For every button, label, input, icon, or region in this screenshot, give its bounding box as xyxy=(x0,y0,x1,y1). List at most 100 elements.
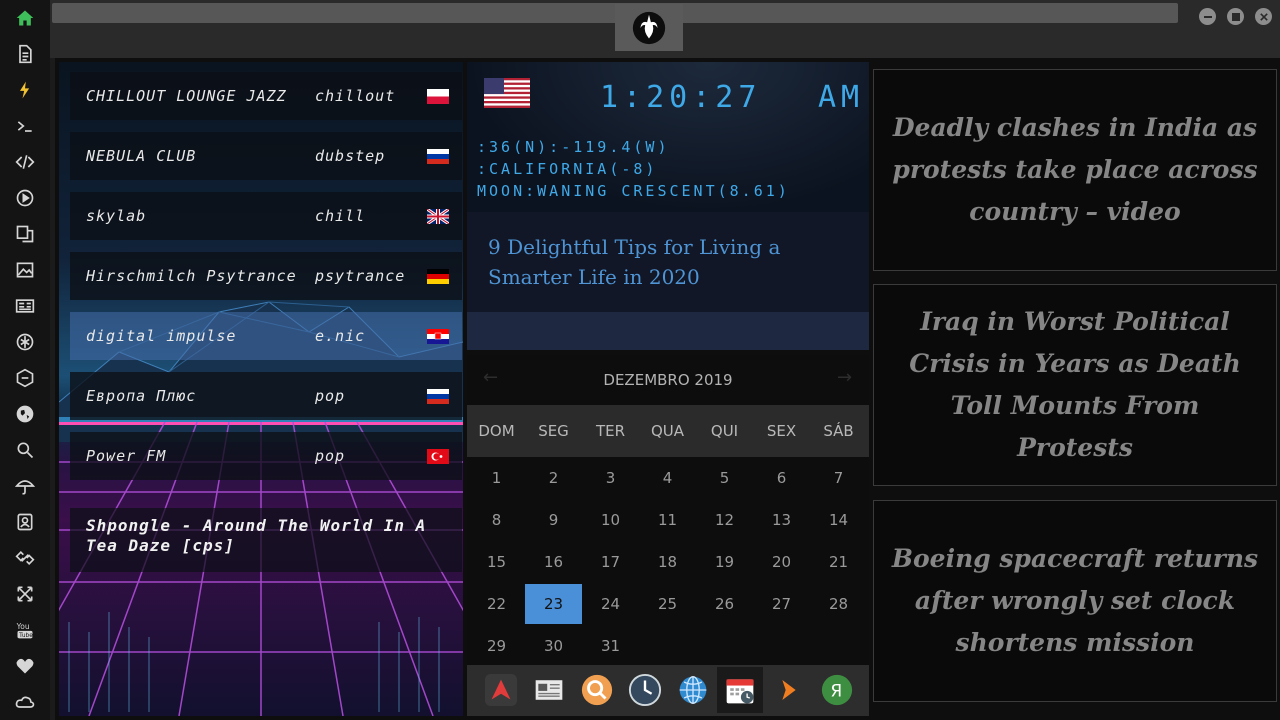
news-app-icon[interactable] xyxy=(531,672,567,708)
station-name: digital impulse xyxy=(86,327,237,345)
cloud-icon[interactable] xyxy=(13,690,37,714)
home-icon[interactable] xyxy=(13,6,37,30)
news-card[interactable]: Deadly clashes in India as protests take… xyxy=(873,69,1277,271)
rebel-logo-icon[interactable] xyxy=(615,4,683,51)
search-icon[interactable] xyxy=(13,438,37,462)
calendar-day-selected[interactable]: 23 xyxy=(525,584,582,624)
calendar-day[interactable]: 6 xyxy=(753,458,810,498)
station-genre: psytrance xyxy=(315,267,406,285)
news-headline: Boeing spacecraft returns after wrongly … xyxy=(891,544,1259,657)
station-name: NEBULA CLUB xyxy=(86,147,197,165)
calendar-day[interactable]: 4 xyxy=(639,458,696,498)
calendar-day[interactable]: 18 xyxy=(639,542,696,582)
calendar-day[interactable]: 19 xyxy=(696,542,753,582)
calendar-day[interactable]: 14 xyxy=(810,500,867,540)
document-icon[interactable] xyxy=(13,42,37,66)
expand-icon[interactable] xyxy=(13,582,37,606)
maximize-button[interactable] xyxy=(1227,8,1244,25)
station-item-active[interactable]: digital impulse e.nic xyxy=(70,312,462,360)
hexagon-icon[interactable] xyxy=(13,366,37,390)
weekday-label: QUA xyxy=(650,422,685,440)
station-item[interactable]: Power FM pop xyxy=(70,432,462,480)
minimize-button[interactable] xyxy=(1199,8,1216,25)
news-card[interactable]: Iraq in Worst Political Crisis in Years … xyxy=(873,284,1277,486)
translate-icon[interactable] xyxy=(13,222,37,246)
clock-panel: 1:20:27 AM :36(N):-119.4(W) :CALIFORNIA(… xyxy=(467,62,869,212)
code-icon[interactable] xyxy=(13,150,37,174)
weekday-label: DOM xyxy=(478,422,515,440)
calendar-app-icon[interactable] xyxy=(717,667,763,713)
svg-text:You: You xyxy=(16,622,30,631)
calendar-day[interactable]: 1 xyxy=(468,458,525,498)
newspaper-icon[interactable] xyxy=(13,294,37,318)
station-item[interactable]: CHILLOUT LOUNGE JAZZ chillout xyxy=(70,72,462,120)
article-footer xyxy=(467,312,869,350)
calendar-day[interactable]: 29 xyxy=(468,626,525,666)
calendar-day[interactable]: 20 xyxy=(753,542,810,582)
ru-flag-icon xyxy=(427,149,449,164)
calendar-day[interactable]: 17 xyxy=(582,542,639,582)
calendar-day[interactable]: 15 xyxy=(468,542,525,582)
weekday-label: QUI xyxy=(710,422,739,440)
station-item[interactable]: Hirschmilch Psytrance psytrance xyxy=(70,252,462,300)
browser-app-icon[interactable] xyxy=(675,672,711,708)
calendar-day[interactable]: 25 xyxy=(639,584,696,624)
arrow-app-icon[interactable] xyxy=(771,672,807,708)
tr-flag-icon xyxy=(427,449,449,464)
play-icon[interactable] xyxy=(13,186,37,210)
search-app-icon[interactable] xyxy=(579,672,615,708)
news-card[interactable]: Boeing spacecraft returns after wrongly … xyxy=(873,500,1277,702)
station-item[interactable]: NEBULA CLUB dubstep xyxy=(70,132,462,180)
calendar-day[interactable]: 31 xyxy=(582,626,639,666)
yandex-app-icon[interactable]: Я xyxy=(819,672,855,708)
us-flag-icon xyxy=(484,78,530,108)
clock-ampm: AM xyxy=(818,80,865,115)
arch-app-icon[interactable] xyxy=(483,672,519,708)
clock-region: :CALIFORNIA(-8) xyxy=(477,160,658,178)
calendar-day[interactable]: 24 xyxy=(582,584,639,624)
contacts-icon[interactable] xyxy=(13,510,37,534)
calendar-day[interactable]: 10 xyxy=(582,500,639,540)
close-button[interactable] xyxy=(1255,8,1272,25)
rebel-icon[interactable] xyxy=(13,330,37,354)
youtube-icon[interactable]: You Tube xyxy=(13,618,37,642)
station-item[interactable]: skylab chill xyxy=(70,192,462,240)
heart-icon[interactable] xyxy=(13,654,37,678)
clock-app-icon[interactable] xyxy=(627,672,663,708)
lightning-icon[interactable] xyxy=(13,78,37,102)
station-item[interactable]: Европа Плюс pop xyxy=(70,372,462,420)
calendar-day[interactable]: 16 xyxy=(525,542,582,582)
calendar-day[interactable]: 28 xyxy=(810,584,867,624)
calendar-day[interactable]: 8 xyxy=(468,500,525,540)
terminal-icon[interactable] xyxy=(13,114,37,138)
image-icon[interactable] xyxy=(13,258,37,282)
globe-icon[interactable] xyxy=(13,402,37,426)
station-name: Hirschmilch Psytrance xyxy=(86,267,297,285)
calendar-day[interactable]: 2 xyxy=(525,458,582,498)
calendar-day[interactable]: 22 xyxy=(468,584,525,624)
calendar-day[interactable]: 7 xyxy=(810,458,867,498)
article-panel: 9 Delightful Tips for Living a Smarter L… xyxy=(467,212,869,350)
svg-text:Я: Я xyxy=(830,682,842,702)
calendar-day[interactable]: 9 xyxy=(525,500,582,540)
calendar-day[interactable]: 26 xyxy=(696,584,753,624)
calendar-day[interactable]: 27 xyxy=(753,584,810,624)
link-icon[interactable] xyxy=(13,546,37,570)
umbrella-icon[interactable] xyxy=(13,474,37,498)
station-name: skylab xyxy=(86,207,147,225)
weekday-label: SEX xyxy=(766,422,797,440)
clock-coordinates: :36(N):-119.4(W) xyxy=(477,138,670,156)
clock-moon-phase: MOON:WANING CRESCENT(8.61) xyxy=(477,182,790,200)
calendar-day[interactable]: 3 xyxy=(582,458,639,498)
calendar-day[interactable]: 21 xyxy=(810,542,867,582)
radio-panel: CHILLOUT LOUNGE JAZZ chillout NEBULA CLU… xyxy=(59,62,463,716)
calendar-day[interactable]: 12 xyxy=(696,500,753,540)
article-link[interactable]: 9 Delightful Tips for Living a Smarter L… xyxy=(488,232,858,292)
calendar-day[interactable]: 5 xyxy=(696,458,753,498)
calendar-day[interactable]: 13 xyxy=(753,500,810,540)
hr-flag-icon xyxy=(427,329,449,344)
calendar-day[interactable]: 11 xyxy=(639,500,696,540)
uk-flag-icon xyxy=(427,209,449,224)
calendar-day[interactable]: 30 xyxy=(525,626,582,666)
next-month-icon[interactable]: → xyxy=(837,367,852,388)
